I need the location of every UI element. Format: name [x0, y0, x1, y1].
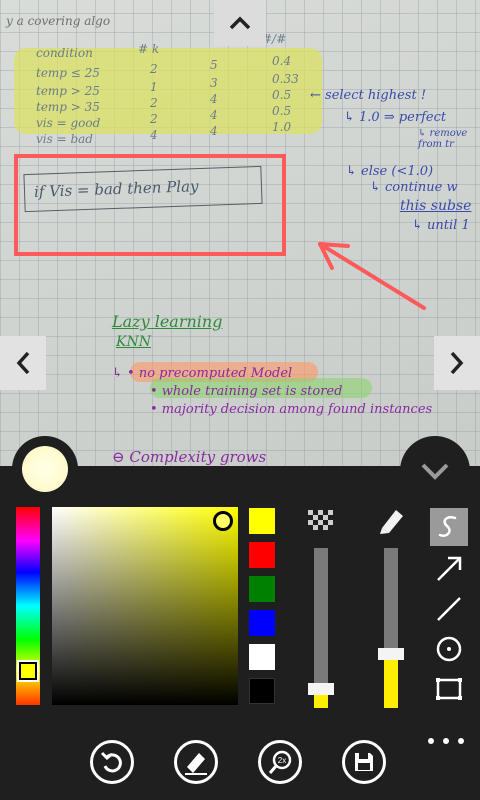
- bullet-1: ↳ • no precomputed Model: [112, 366, 293, 381]
- current-color-preview[interactable]: [22, 446, 68, 492]
- continue-note: ↳ continue w: [370, 180, 458, 195]
- until-note: ↳ until 1: [412, 218, 470, 233]
- title-ink: y a covering algo: [6, 14, 111, 28]
- chevron-down-icon: [421, 463, 449, 480]
- dot-icon: [443, 738, 449, 744]
- zoom-icon: 2x: [268, 750, 292, 774]
- row-1-n: 3: [210, 76, 218, 90]
- bullet-3: • majority decision among found instance…: [150, 402, 433, 417]
- swatch-blue[interactable]: [249, 610, 275, 636]
- row-4-n: 4: [210, 124, 218, 138]
- color-picker-thumb[interactable]: [213, 511, 233, 531]
- save-icon: [355, 753, 373, 771]
- minus-note: ⊖ Complexity grows: [112, 448, 267, 466]
- marker-icon: [380, 510, 403, 534]
- red-rectangle-annotation[interactable]: [14, 154, 286, 256]
- current-color-tab[interactable]: [12, 436, 78, 502]
- row-3-n: 4: [210, 108, 218, 122]
- ellipse-icon: [436, 636, 462, 662]
- row-0-k: 2: [150, 62, 158, 76]
- row-0-n: 5: [210, 58, 218, 72]
- saturation-value-picker[interactable]: [52, 507, 238, 705]
- undo-button[interactable]: [90, 740, 134, 784]
- red-arrow-annotation[interactable]: [310, 234, 430, 314]
- row-2-n: 4: [210, 92, 218, 106]
- photo-canvas[interactable]: y a covering algo condition # k #/# temp…: [0, 0, 480, 470]
- arrow-tool[interactable]: [432, 552, 466, 586]
- opacity-icon: [306, 508, 336, 534]
- collapse-panel-button[interactable]: [400, 436, 470, 506]
- row-0-ratio: 0.4: [272, 54, 292, 68]
- pen-icon: [185, 753, 207, 775]
- swatch-yellow[interactable]: [249, 508, 275, 534]
- more-options-button[interactable]: [428, 733, 464, 749]
- row-0-cond: temp ≤ 25: [36, 66, 100, 80]
- swatch-red[interactable]: [249, 542, 275, 568]
- row-4-k: 4: [150, 128, 158, 142]
- row-2-cond: temp > 35: [36, 100, 100, 114]
- row-4-cond: vis = bad: [36, 132, 93, 146]
- row-3-k: 2: [150, 112, 158, 126]
- else-note: ↳ else (<1.0): [346, 164, 434, 179]
- previous-image-button[interactable]: [0, 336, 46, 390]
- bullet-2: • whole training set is stored: [150, 384, 343, 399]
- dot-icon: [458, 738, 464, 744]
- remove-note: ↳ remove from tr: [418, 128, 468, 150]
- chevron-right-icon: [450, 351, 464, 375]
- table-header-0: condition: [36, 46, 93, 60]
- rectangle-icon: [436, 678, 462, 700]
- scroll-up-button[interactable]: [214, 0, 266, 46]
- row-3-ratio: 0.5: [272, 104, 292, 118]
- table-header-1: # k: [138, 42, 160, 56]
- stroke-width-slider-fill: [384, 654, 398, 708]
- dot-icon: [428, 738, 434, 744]
- subset-note: this subse: [400, 198, 472, 214]
- row-3-cond: vis = good: [36, 116, 101, 130]
- lazy-learning-title: Lazy learning: [112, 312, 223, 331]
- select-note: ← select highest !: [310, 88, 427, 103]
- chevron-left-icon: [16, 351, 30, 375]
- perfect-note: ↳ 1.0 ⇒ perfect: [344, 110, 447, 125]
- freehand-tool[interactable]: [430, 508, 468, 546]
- row-1-k: 1: [150, 80, 158, 94]
- swatch-green[interactable]: [249, 576, 275, 602]
- hue-slider-thumb[interactable]: [19, 662, 37, 680]
- swatch-white[interactable]: [249, 644, 275, 670]
- row-1-ratio: 0.33: [272, 72, 299, 86]
- ellipse-tool[interactable]: [432, 632, 466, 666]
- rectangle-tool[interactable]: [432, 672, 466, 706]
- stroke-width-slider-thumb[interactable]: [378, 648, 404, 660]
- line-tool[interactable]: [432, 592, 466, 626]
- opacity-slider-thumb[interactable]: [308, 683, 334, 695]
- line-icon: [437, 597, 461, 621]
- swatch-black[interactable]: [249, 678, 275, 704]
- knn-label: KNN: [116, 334, 151, 350]
- row-2-k: 2: [150, 96, 158, 110]
- save-button[interactable]: [342, 740, 386, 784]
- arrow-icon: [437, 556, 462, 581]
- row-1-cond: temp > 25: [36, 84, 100, 98]
- chevron-up-icon: [229, 16, 251, 30]
- freehand-icon: [438, 516, 457, 537]
- row-2-ratio: 0.5: [272, 88, 292, 102]
- pen-settings-button[interactable]: [174, 740, 218, 784]
- zoom-level-label: 2x: [278, 756, 286, 765]
- next-image-button[interactable]: [434, 336, 480, 390]
- zoom-button[interactable]: 2x: [258, 740, 302, 784]
- undo-icon: [100, 751, 122, 773]
- row-4-ratio: 1.0: [272, 120, 292, 134]
